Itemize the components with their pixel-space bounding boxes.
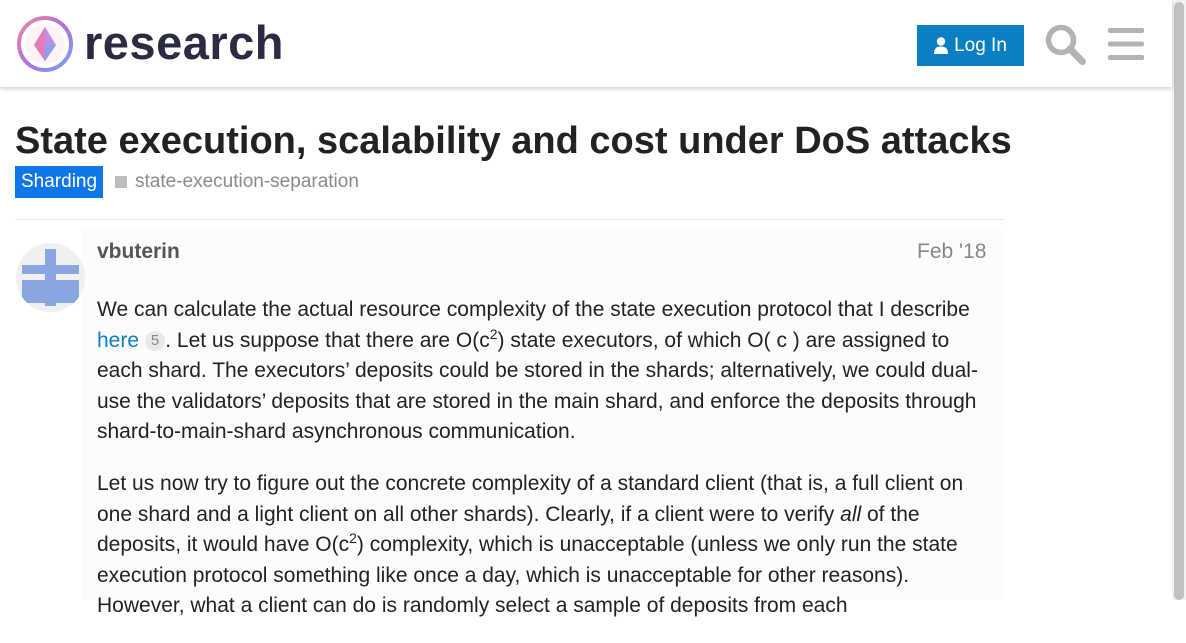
- site-header: research Log In: [0, 0, 1172, 87]
- post-date[interactable]: Feb '18: [917, 240, 986, 264]
- tag-link[interactable]: state-execution-separation: [115, 170, 359, 194]
- brand-name[interactable]: research: [84, 14, 284, 72]
- scrollbar-thumb[interactable]: [1174, 2, 1184, 600]
- text-segment: . Let us suppose that there are O(c: [165, 328, 490, 352]
- post-paragraph: Let us now try to figure out the concret…: [97, 469, 992, 622]
- logo-icon[interactable]: [16, 15, 74, 73]
- inline-link-here[interactable]: here: [97, 329, 139, 352]
- login-button[interactable]: Log In: [917, 25, 1024, 66]
- post-body: We can calculate the actual resource com…: [97, 295, 992, 643]
- text-segment: We can calculate the actual resource com…: [97, 298, 970, 321]
- avatar[interactable]: [16, 243, 85, 312]
- avatar-pattern-icon: [16, 243, 85, 312]
- link-click-count-badge: 5: [144, 330, 166, 351]
- search-icon[interactable]: [1043, 22, 1087, 66]
- post-paragraph: We can calculate the actual resource com…: [97, 295, 992, 448]
- user-icon: [934, 37, 949, 54]
- tag-label: state-execution-separation: [135, 171, 359, 192]
- emphasis-text: all: [840, 502, 862, 526]
- post-author[interactable]: vbuterin: [97, 240, 180, 264]
- text-segment: Let us now try to figure out the concret…: [97, 471, 964, 526]
- divider: [15, 219, 1004, 220]
- tag-square-icon: [115, 176, 127, 188]
- superscript: 2: [489, 325, 498, 342]
- topic-title[interactable]: State execution, scalability and cost un…: [15, 118, 1012, 164]
- login-label: Log In: [954, 34, 1007, 56]
- category-badge[interactable]: Sharding: [15, 166, 104, 198]
- hamburger-menu-icon[interactable]: [1106, 25, 1146, 63]
- superscript: 2: [349, 530, 357, 547]
